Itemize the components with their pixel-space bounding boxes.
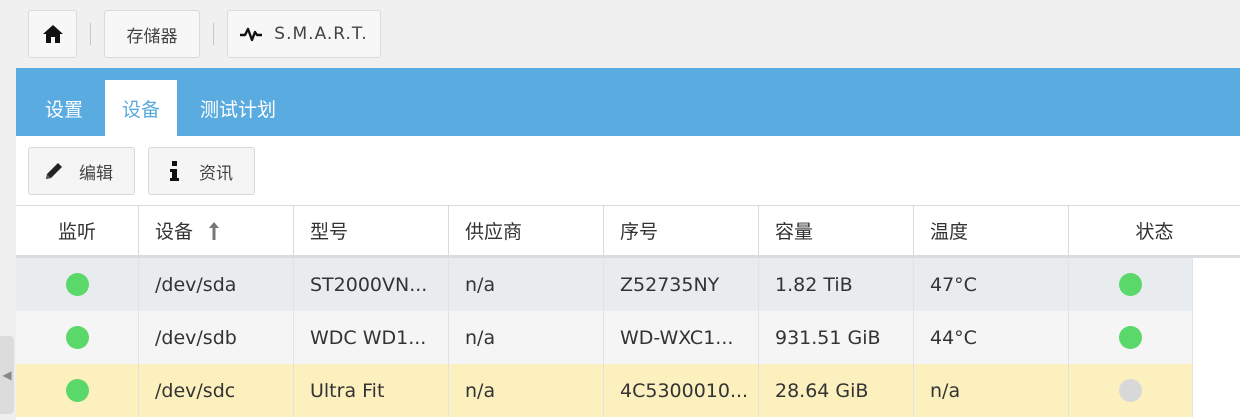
table-row[interactable]: /dev/sdb WDC WD1... n/a WD-WXC1... 931.5… — [16, 311, 1193, 364]
tab-test-schedule[interactable]: 测试计划 — [183, 80, 293, 136]
vendor-cell: n/a — [449, 364, 604, 417]
home-button[interactable] — [28, 10, 77, 58]
serial-cell: 4C5300010... — [604, 364, 759, 417]
home-icon — [42, 25, 63, 43]
model-cell: Ultra Fit — [294, 364, 449, 417]
edit-button-label: 编辑 — [79, 163, 113, 184]
column-header-model[interactable]: 型号 — [294, 206, 449, 255]
column-header-monitor[interactable]: 监听 — [16, 206, 139, 255]
device-cell: /dev/sdc — [139, 364, 294, 417]
monitor-cell — [16, 364, 139, 417]
table-row[interactable]: /dev/sda ST2000VN... n/a Z52735NY 1.82 T… — [16, 258, 1193, 311]
column-header-label: 状态 — [1135, 221, 1174, 243]
tab-test-schedule-label: 测试计划 — [199, 98, 276, 121]
info-button-label: 资讯 — [199, 163, 233, 184]
pulse-icon — [240, 27, 263, 42]
column-header-label: 供应商 — [465, 221, 523, 243]
arrow-up-icon — [209, 221, 220, 240]
column-header-label: 序号 — [620, 221, 659, 243]
column-header-temperature[interactable]: 温度 — [914, 206, 1069, 255]
column-header-status[interactable]: 状态 — [1069, 206, 1240, 255]
edit-button[interactable]: 编辑 — [28, 147, 135, 195]
status-cell — [1069, 258, 1193, 311]
monitor-cell — [16, 258, 139, 311]
devices-panel: 编辑 资讯 监听 设备 型号 供应商 序号 容量 温度 状态 /dev/sda … — [16, 136, 1240, 420]
model-cell: ST2000VN... — [294, 258, 449, 311]
serial-cell: Z52735NY — [604, 258, 759, 311]
column-header-device[interactable]: 设备 — [139, 206, 294, 255]
temperature-cell: 47°C — [914, 258, 1069, 311]
column-header-label: 容量 — [775, 221, 814, 243]
status-cell — [1069, 364, 1193, 417]
column-header-capacity[interactable]: 容量 — [759, 206, 914, 255]
tab-devices-label: 设备 — [121, 98, 160, 121]
storage-crumb-button[interactable]: 存储器 — [104, 10, 200, 58]
breadcrumb: 存储器 S.M.A.R.T. — [28, 10, 381, 58]
info-icon — [161, 160, 187, 182]
tab-devices[interactable]: 设备 — [105, 80, 177, 136]
status-indicator-icon — [1119, 326, 1142, 349]
capacity-cell: 28.64 GiB — [759, 364, 914, 417]
column-header-label: 监听 — [57, 221, 96, 243]
info-button[interactable]: 资讯 — [148, 147, 255, 195]
column-header-vendor[interactable]: 供应商 — [449, 206, 604, 255]
chevron-left-icon: ◀ — [2, 368, 12, 382]
storage-crumb-label: 存储器 — [126, 26, 178, 47]
table-row[interactable]: /dev/sdc Ultra Fit n/a 4C5300010... 28.6… — [16, 364, 1193, 417]
status-indicator-icon — [1119, 379, 1142, 402]
pencil-icon — [41, 160, 67, 182]
column-header-serial[interactable]: 序号 — [604, 206, 759, 255]
status-indicator-icon — [1119, 273, 1142, 296]
vendor-cell: n/a — [449, 258, 604, 311]
serial-cell: WD-WXC1... — [604, 311, 759, 364]
breadcrumb-separator — [213, 23, 214, 45]
toolbar: 编辑 资讯 — [16, 136, 1240, 206]
capacity-cell: 931.51 GiB — [759, 311, 914, 364]
monitor-indicator-icon — [65, 273, 89, 296]
column-header-label: 型号 — [310, 221, 349, 243]
status-cell — [1069, 311, 1193, 364]
vendor-cell: n/a — [449, 311, 604, 364]
column-header-label: 温度 — [930, 221, 969, 243]
monitor-indicator-icon — [65, 379, 89, 402]
table-header: 监听 设备 型号 供应商 序号 容量 温度 状态 — [16, 205, 1240, 258]
smart-crumb-label: S.M.A.R.T. — [274, 24, 368, 44]
temperature-cell: n/a — [914, 364, 1069, 417]
tab-bar: 设置 设备 测试计划 — [16, 68, 1240, 136]
capacity-cell: 1.82 TiB — [759, 258, 914, 311]
tab-settings[interactable]: 设置 — [27, 80, 101, 136]
column-header-label: 设备 — [155, 221, 194, 243]
devices-table: 监听 设备 型号 供应商 序号 容量 温度 状态 /dev/sda ST2000… — [16, 205, 1240, 417]
tab-settings-label: 设置 — [44, 98, 83, 121]
sidebar-toggle[interactable]: ◀ — [0, 336, 14, 414]
device-cell: /dev/sdb — [139, 311, 294, 364]
smart-crumb-button[interactable]: S.M.A.R.T. — [227, 10, 381, 58]
monitor-cell — [16, 311, 139, 364]
monitor-indicator-icon — [65, 326, 89, 349]
device-cell: /dev/sda — [139, 258, 294, 311]
breadcrumb-separator — [90, 23, 91, 45]
temperature-cell: 44°C — [914, 311, 1069, 364]
model-cell: WDC WD1... — [294, 311, 449, 364]
